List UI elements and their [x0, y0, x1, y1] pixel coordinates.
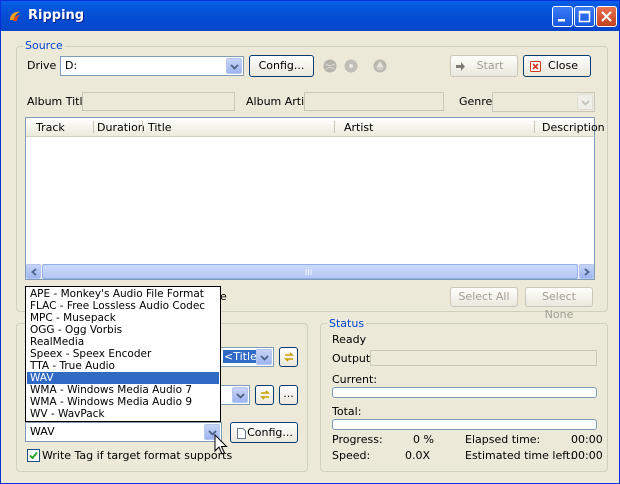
mouse-cursor-icon — [214, 434, 228, 455]
format-option-ogg[interactable]: OGG - Ogg Vorbis — [27, 324, 219, 336]
progress-value: 0 % — [413, 433, 434, 446]
close-button[interactable]: Close — [523, 55, 591, 77]
album-artist-input[interactable] — [304, 92, 444, 111]
genre-label: Genre: — [459, 95, 497, 108]
maximize-button[interactable] — [574, 6, 595, 27]
format-option-tta[interactable]: TTA - True Audio — [27, 360, 219, 372]
write-tag-label[interactable]: Write Tag if target format supports — [42, 449, 232, 462]
estimated-value: 00:00 — [571, 449, 603, 462]
browse-button[interactable]: ... — [279, 385, 298, 405]
chevron-down-icon — [236, 393, 245, 399]
select-none-button[interactable]: Select None — [525, 287, 593, 321]
swap-icon — [284, 352, 294, 362]
globe-icon[interactable] — [322, 58, 338, 74]
disc-icon[interactable] — [343, 58, 359, 74]
chevron-right-icon — [584, 268, 590, 276]
column-title[interactable]: Title — [148, 121, 172, 134]
status-group-label: Status — [327, 317, 367, 330]
format-option-wav[interactable]: WAV — [27, 372, 219, 384]
document-icon — [237, 428, 246, 439]
grip-icon — [305, 269, 312, 275]
format-config-label: Config... — [247, 426, 293, 439]
maximize-icon — [578, 10, 591, 23]
format-option-mpc[interactable]: MPC - Musepack — [27, 312, 219, 324]
column-duration[interactable]: Duration — [97, 121, 145, 134]
drive-label: Drive : — [27, 59, 64, 72]
speed-label: Speed: — [332, 449, 371, 462]
output-folder-arrow[interactable] — [232, 387, 248, 403]
total-label: Total: — [332, 405, 362, 418]
checkmark-icon — [29, 451, 38, 460]
partially-hidden-text: e — [220, 290, 227, 303]
column-description[interactable]: Description — [542, 121, 605, 134]
status-state: Ready — [332, 333, 367, 346]
format-option-speex[interactable]: Speex - Speex Encoder — [27, 348, 219, 360]
chevron-down-icon — [230, 64, 239, 70]
scroll-left-button[interactable] — [26, 264, 41, 279]
column-track[interactable]: Track — [36, 121, 65, 134]
total-progress-bar — [332, 419, 597, 430]
format-option-realmedia[interactable]: RealMedia — [27, 336, 219, 348]
format-select[interactable]: WAV — [25, 422, 222, 442]
minimize-icon — [558, 19, 565, 22]
write-tag-checkbox[interactable] — [27, 449, 40, 462]
format-option-ape[interactable]: APE - Monkey's Audio File Format — [27, 288, 219, 300]
drive-select[interactable]: D: — [60, 56, 244, 76]
swap-pattern-button[interactable] — [279, 347, 298, 367]
minimize-button[interactable] — [552, 6, 573, 27]
format-option-flac[interactable]: FLAC - Free Lossless Audio Codec — [27, 300, 219, 312]
eject-icon[interactable] — [372, 58, 388, 74]
track-list-header: Track Duration Title Artist Description — [26, 118, 605, 137]
output-label: Output: — [332, 352, 374, 365]
close-icon — [601, 11, 612, 22]
elapsed-label: Elapsed time: — [465, 433, 541, 446]
scroll-right-button[interactable] — [579, 264, 594, 279]
chevron-down-icon — [260, 355, 269, 361]
chevron-down-icon — [581, 100, 590, 106]
format-value: WAV — [30, 425, 55, 438]
output-folder-select[interactable] — [218, 385, 250, 405]
horizontal-scrollbar[interactable] — [26, 264, 594, 279]
drive-value: D: — [65, 59, 78, 72]
start-button[interactable]: Start — [450, 55, 518, 77]
current-progress-bar — [332, 387, 597, 398]
swap-icon — [260, 390, 270, 400]
close-icon — [530, 61, 541, 72]
format-config-button[interactable]: Config... — [230, 422, 298, 443]
current-label: Current: — [332, 373, 378, 386]
start-label: Start — [476, 59, 504, 72]
genre-select[interactable] — [492, 92, 595, 112]
title-bar[interactable]: Ripping — [1, 1, 619, 31]
close-window-button[interactable] — [596, 6, 617, 27]
ripping-window: Ripping Source Drive : D: Config... Star… — [0, 0, 620, 484]
album-title-input[interactable] — [82, 92, 235, 111]
format-dropdown-list[interactable]: APE - Monkey's Audio File Format FLAC - … — [25, 286, 221, 422]
window-title: Ripping — [28, 8, 85, 23]
genre-dropdown-arrow[interactable] — [577, 94, 593, 110]
app-logo-icon — [10, 11, 20, 21]
swap-folder-button[interactable] — [255, 385, 274, 405]
filename-pattern-arrow[interactable] — [256, 349, 272, 365]
close-label: Close — [548, 59, 578, 72]
format-option-wma9[interactable]: WMA - Windows Media Audio 9 — [27, 396, 219, 408]
scroll-thumb[interactable] — [42, 264, 578, 279]
chevron-left-icon — [31, 268, 37, 276]
format-option-wma7[interactable]: WMA - Windows Media Audio 7 — [27, 384, 219, 396]
arrow-right-icon — [456, 62, 465, 71]
drive-config-button[interactable]: Config... — [249, 55, 314, 77]
elapsed-value: 00:00 — [571, 433, 603, 446]
format-option-wavpack[interactable]: WV - WavPack — [27, 408, 219, 420]
filename-pattern-select[interactable]: <Title> — [218, 347, 274, 367]
select-all-button[interactable]: Select All — [450, 287, 518, 307]
progress-label: Progress: — [332, 433, 383, 446]
column-artist[interactable]: Artist — [344, 121, 373, 134]
source-group-label: Source — [23, 39, 65, 52]
speed-value: 0.0X — [405, 449, 431, 462]
output-path-field — [370, 350, 597, 366]
estimated-label: Estimated time left: — [465, 449, 574, 462]
track-list[interactable]: Track Duration Title Artist Description — [25, 117, 605, 280]
drive-dropdown-arrow[interactable] — [226, 58, 242, 74]
